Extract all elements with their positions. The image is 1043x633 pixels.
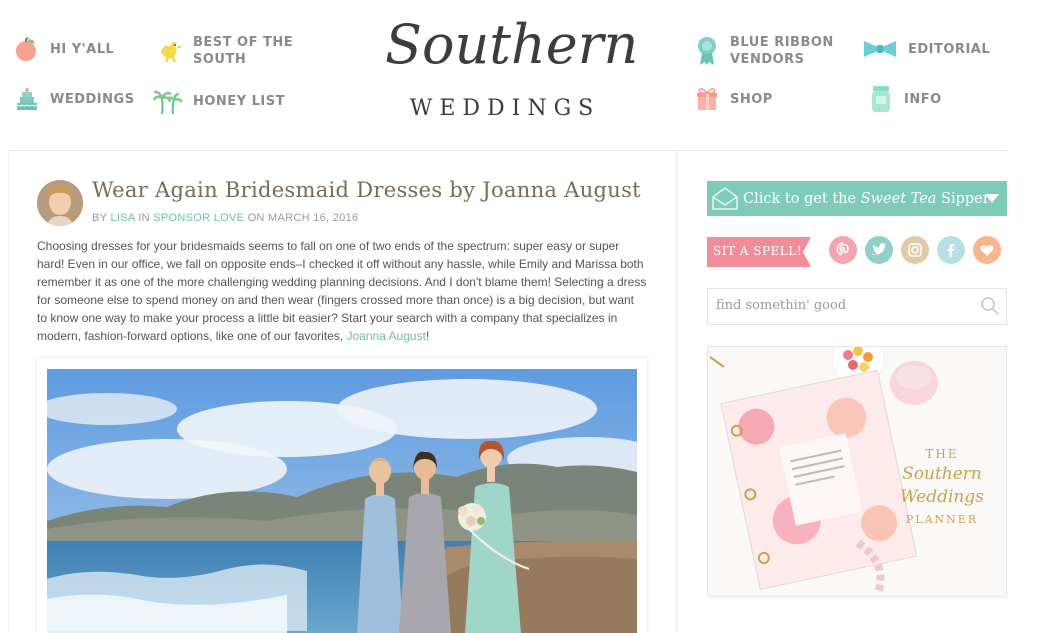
nav-editorial[interactable]: EDITORIAL <box>862 36 990 62</box>
peach-icon <box>16 37 36 61</box>
search-icon[interactable] <box>980 296 1000 316</box>
planner-ad[interactable]: THE Southern Weddings PLANNER <box>707 346 1007 597</box>
pinterest-icon <box>836 242 849 256</box>
logo-script-text: Southern <box>385 13 639 76</box>
nav-honey-list[interactable]: HONEY LIST <box>153 86 285 116</box>
nav-best-of-south[interactable]: BEST OF THE SOUTH <box>157 34 293 68</box>
search-form <box>707 288 1007 325</box>
post-date: MARCH 16, 2016 <box>268 212 359 224</box>
nav-editorial-label: EDITORIAL <box>908 41 991 57</box>
planner-ad-text: THE Southern Weddings PLANNER <box>892 447 992 526</box>
chevron-down-icon <box>985 194 999 203</box>
post-byline: BY LISA IN SPONSOR LOVE ON MARCH 16, 201… <box>92 212 358 224</box>
pinterest-button[interactable] <box>829 236 857 264</box>
column-divider <box>676 150 677 633</box>
post-photo-frame <box>37 358 647 633</box>
left-border <box>8 150 9 633</box>
nav-weddings-label: WEDDINGS <box>50 91 135 107</box>
nav-blue-ribbon-label: BLUE RIBBON VENDORS <box>730 35 834 67</box>
nav-info[interactable]: INFO <box>868 84 942 114</box>
twitter-button[interactable] <box>865 236 893 264</box>
site-logo[interactable]: Southern WEDDINGS <box>385 10 639 130</box>
logo-sub-text: WEDDINGS <box>409 96 601 121</box>
envelope-icon <box>712 187 738 210</box>
twitter-icon <box>871 243 887 256</box>
ad-script-2: Weddings <box>900 487 984 507</box>
post-photo[interactable] <box>47 369 637 633</box>
header-divider <box>8 150 1006 151</box>
nav-hi-yall[interactable]: HI Y'ALL <box>14 36 114 62</box>
ad-planner: PLANNER <box>905 513 979 526</box>
post-body: Choosing dresses for your bridesmaids se… <box>37 237 647 345</box>
gift-box-icon <box>697 88 717 110</box>
post-body-text: Choosing dresses for your bridesmaids se… <box>37 239 647 343</box>
palm-trees-icon <box>153 90 183 115</box>
ad-the: THE <box>925 447 959 461</box>
byline-on: ON <box>244 212 269 224</box>
nav-best-of-south-label: BEST OF THE SOUTH <box>193 35 294 67</box>
sweet-tea-sipper-banner[interactable]: Click to get the Sweet Tea Sipper <box>707 181 1007 216</box>
cake-icon <box>16 88 38 110</box>
facebook-button[interactable] <box>937 236 965 264</box>
cta-prefix: Click to get the <box>743 190 861 207</box>
joanna-august-link[interactable]: Joanna August <box>347 329 426 343</box>
bow-tie-icon <box>864 41 896 57</box>
cta-suffix: Sipper <box>936 190 990 207</box>
author-link[interactable]: LISA <box>110 212 134 224</box>
facebook-icon <box>947 244 955 257</box>
post-body-end: ! <box>425 329 430 343</box>
instagram-button[interactable] <box>901 236 929 264</box>
chicken-icon <box>161 42 182 62</box>
nav-hi-yall-label: HI Y'ALL <box>50 41 115 57</box>
nav-blue-ribbon-vendors[interactable]: BLUE RIBBON VENDORS <box>694 34 834 68</box>
byline-in: IN <box>134 212 154 224</box>
post-title[interactable]: Wear Again Bridesmaid Dresses by Joanna … <box>92 178 641 202</box>
author-avatar[interactable] <box>37 180 83 226</box>
cta-script: Sweet Tea <box>860 190 937 207</box>
mason-jar-icon <box>872 86 890 112</box>
heart-button[interactable] <box>973 236 1001 264</box>
nav-shop[interactable]: SHOP <box>694 86 773 112</box>
nav-info-label: INFO <box>904 91 942 107</box>
cta-text: Click to get the Sweet Tea Sipper <box>743 191 990 207</box>
byline-by: BY <box>92 212 111 224</box>
nav-weddings[interactable]: WEDDINGS <box>14 86 135 112</box>
search-input[interactable] <box>708 289 976 322</box>
category-link[interactable]: SPONSOR LOVE <box>153 212 244 224</box>
heart-icon <box>980 245 994 256</box>
nav-shop-label: SHOP <box>730 91 773 107</box>
nav-honey-list-label: HONEY LIST <box>193 93 285 109</box>
ad-script-1: Southern <box>902 464 982 484</box>
sit-a-spell-text: SIT A SPELL! <box>713 244 803 258</box>
instagram-icon <box>908 243 922 257</box>
ribbon-rosette-icon <box>698 37 716 65</box>
sit-a-spell-badge: SIT A SPELL! <box>707 237 811 267</box>
